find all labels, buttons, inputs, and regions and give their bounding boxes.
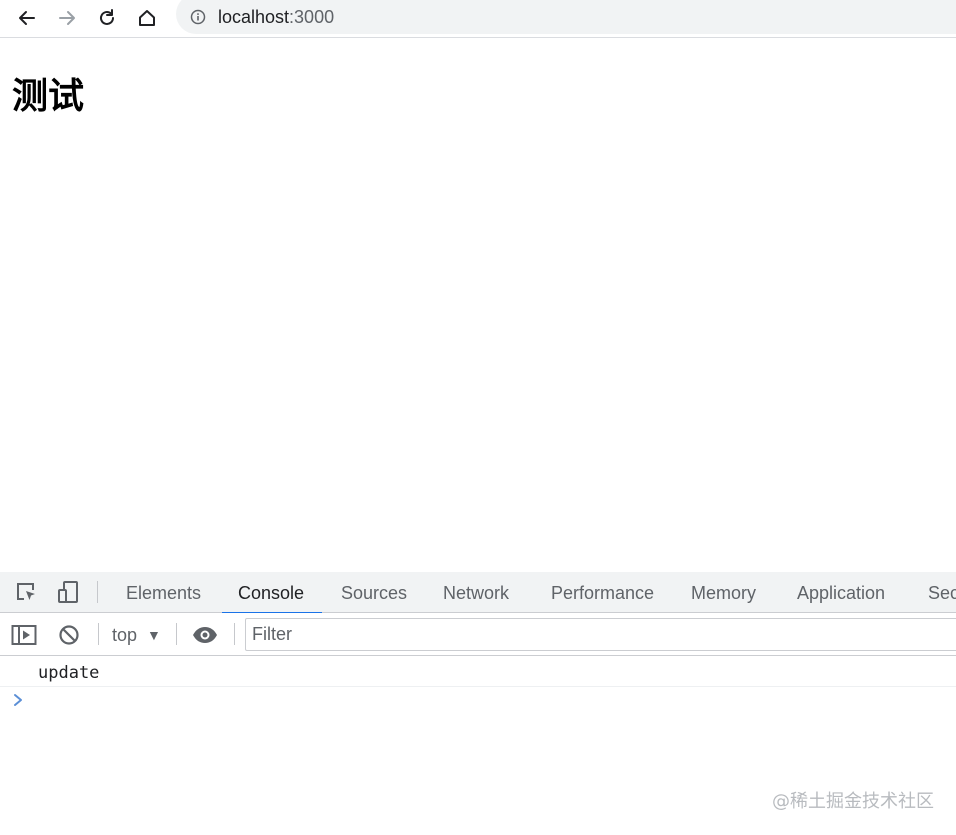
tab-network[interactable]: Network [443, 572, 509, 613]
home-button[interactable] [132, 3, 162, 33]
context-selector[interactable]: top ▼ [112, 622, 161, 648]
live-expression-button[interactable] [191, 621, 219, 649]
tab-application[interactable]: Application [797, 572, 885, 613]
filter-input[interactable] [245, 618, 956, 651]
clear-console-button[interactable] [55, 621, 83, 649]
arrow-left-icon [19, 11, 35, 25]
forward-button[interactable] [52, 3, 82, 33]
tab-elements[interactable]: Elements [126, 572, 201, 613]
inspect-cursor-icon [17, 583, 35, 600]
prompt-chevron-icon [14, 694, 22, 706]
tab-security[interactable]: Sec [928, 572, 956, 613]
eye-icon [193, 627, 217, 643]
toolbar-divider [176, 623, 177, 645]
sidebar-play-icon [11, 625, 37, 645]
info-icon[interactable] [190, 9, 206, 25]
back-button[interactable] [12, 3, 42, 33]
context-value: top [112, 624, 138, 645]
console-toolbar: top ▼ [0, 613, 956, 656]
devtools-tabbar: Elements Console Sources Network Perform… [0, 572, 956, 614]
device-toolbar-button[interactable] [54, 578, 82, 606]
toolbar-divider [98, 623, 99, 645]
reload-icon [100, 9, 114, 25]
block-icon [59, 625, 79, 645]
tab-sources[interactable]: Sources [341, 572, 407, 613]
reload-button[interactable] [92, 3, 122, 33]
toolbar-divider [97, 581, 98, 603]
console-message: update [0, 657, 956, 687]
arrow-right-icon [59, 11, 75, 25]
console-message-text: update [38, 663, 100, 683]
page-heading: 测试 [12, 76, 85, 117]
url-port: :3000 [289, 6, 335, 27]
inspect-element-button[interactable] [12, 578, 40, 606]
devtools-panel: Elements Console Sources Network Perform… [0, 572, 956, 835]
watermark: @稀土掘金技术社区 [772, 791, 934, 812]
device-icon [58, 581, 78, 603]
caret-down-icon: ▼ [147, 627, 161, 643]
toolbar-divider [234, 623, 235, 645]
browser-toolbar: localhost:3000 [0, 0, 956, 38]
url-host: localhost [218, 6, 290, 27]
show-sidebar-button[interactable] [10, 621, 38, 649]
tab-performance[interactable]: Performance [551, 572, 654, 613]
tab-memory[interactable]: Memory [691, 572, 756, 613]
address-bar[interactable]: localhost:3000 [176, 0, 956, 34]
tab-console[interactable]: Console [221, 572, 323, 614]
home-icon [139, 10, 155, 26]
